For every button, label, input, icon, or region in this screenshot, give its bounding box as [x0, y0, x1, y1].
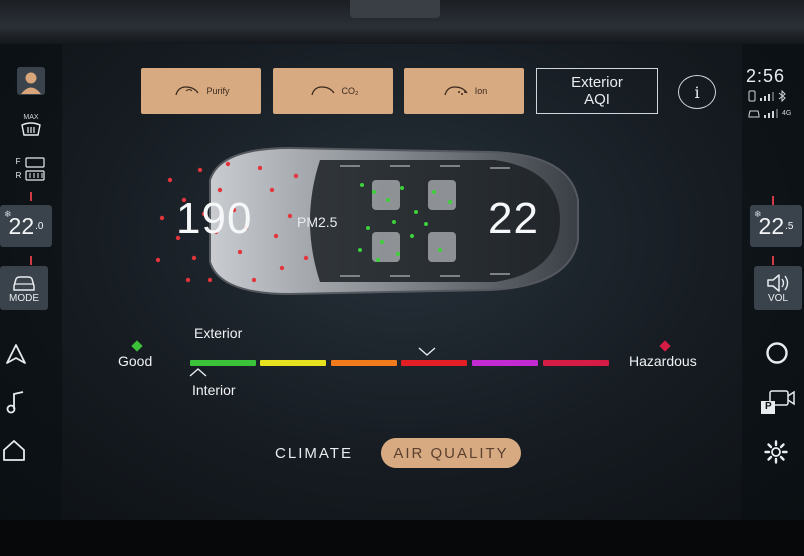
interior-label: Interior	[192, 382, 236, 398]
temp-down-indicator	[30, 256, 32, 265]
navigation-icon[interactable]	[2, 340, 30, 368]
left-temp-value: 22	[8, 212, 35, 239]
left-temp-decimal: .0	[35, 220, 44, 232]
good-indicator	[131, 340, 143, 352]
signal-icon	[760, 92, 774, 101]
scale-seg-moderate	[260, 360, 326, 366]
scale-seg-sensitive	[331, 360, 397, 366]
park-label: P	[765, 401, 772, 412]
scale-seg-hazardous	[543, 360, 609, 366]
interior-marker-icon	[189, 368, 207, 377]
right-sidebar: 2:56 4G ❄ 22.5 VOL P	[742, 44, 804, 520]
purify-label: Purify	[206, 86, 230, 96]
defrost-front-rear-button[interactable]: F R	[8, 152, 54, 186]
interior-pm-value: 22	[488, 194, 539, 243]
ion-label: Ion	[474, 86, 488, 96]
network-label: 4G	[782, 109, 792, 117]
vol-label: VOL	[767, 292, 788, 304]
rear-defrost-icon	[25, 157, 45, 181]
car-signal-status: 4G	[748, 108, 791, 118]
exterior-aqi-line2: AQI	[584, 91, 610, 108]
max-label: MAX	[23, 113, 39, 121]
phone-signal-status	[748, 90, 786, 102]
car-purify-icon	[175, 86, 200, 96]
right-temperature[interactable]: ❄ 22.5	[750, 205, 802, 247]
car-connect-icon	[748, 110, 760, 118]
volume-button[interactable]: VOL	[754, 266, 802, 310]
mode-label: MODE	[9, 292, 39, 304]
settings-gear-icon[interactable]	[762, 438, 790, 466]
ion-button[interactable]: Ion	[404, 68, 524, 114]
mode-button[interactable]: MODE	[0, 266, 48, 310]
dash-vent	[350, 0, 440, 18]
user-profile-icon[interactable]	[16, 66, 46, 96]
info-button[interactable]: i	[678, 75, 716, 109]
bezel-top	[0, 0, 804, 44]
car-mode-icon	[13, 275, 35, 291]
hazardous-indicator	[659, 340, 671, 352]
left-sidebar: MAX F R ❄ 22.0 MODE	[0, 44, 62, 520]
scale-seg-very-unhealthy	[472, 360, 538, 366]
purify-button[interactable]: Purify	[141, 68, 261, 114]
right-seat-heat-icon: ❄	[754, 209, 762, 219]
temp-up-indicator	[30, 192, 32, 201]
speaker-icon	[767, 273, 789, 292]
infotainment-screen: MAX F R ❄ 22.0 MODE Purify CO₂ Ion Exter…	[0, 44, 804, 520]
right-temp-up-indicator	[772, 196, 774, 205]
exterior-pm-value: 190	[176, 194, 253, 243]
pm-unit-label: PM2.5	[297, 214, 338, 230]
music-icon[interactable]	[2, 388, 30, 416]
scale-seg-unhealthy	[401, 360, 467, 366]
seat-heat-icon: ❄	[4, 209, 12, 219]
car-ion-icon	[444, 86, 468, 96]
clock: 2:56	[746, 66, 786, 86]
right-temp-value: 22	[758, 212, 785, 239]
co2-label: CO₂	[341, 86, 359, 96]
scale-seg-good	[190, 360, 256, 366]
exterior-marker-icon	[418, 347, 436, 356]
max-defrost-button[interactable]: MAX	[14, 110, 48, 140]
right-temp-decimal: .5	[785, 220, 794, 232]
home-icon[interactable]	[0, 436, 28, 464]
car-co2-icon	[310, 86, 335, 96]
voice-assistant-icon[interactable]	[764, 340, 790, 366]
park-camera-icon[interactable]: P	[760, 386, 796, 416]
tab-climate[interactable]: CLIMATE	[262, 438, 366, 468]
bluetooth-icon	[778, 90, 786, 102]
phone-icon	[748, 90, 756, 102]
right-temp-down-indicator	[772, 256, 774, 265]
good-label: Good	[118, 353, 153, 369]
bezel-bottom	[0, 520, 804, 556]
signal-icon-2	[764, 109, 778, 118]
exterior-aqi-button[interactable]: Exterior AQI	[536, 68, 658, 114]
tab-air-quality[interactable]: AIR QUALITY	[381, 438, 521, 468]
hazardous-label: Hazardous	[629, 353, 697, 369]
exterior-aqi-line1: Exterior	[571, 74, 623, 91]
exterior-label: Exterior	[194, 325, 243, 341]
rear-label: R	[15, 171, 22, 180]
info-icon: i	[694, 82, 700, 102]
co2-button[interactable]: CO₂	[273, 68, 393, 114]
left-temperature[interactable]: ❄ 22.0	[0, 205, 52, 247]
windshield-defrost-icon	[21, 121, 41, 136]
front-label: F	[15, 157, 21, 166]
